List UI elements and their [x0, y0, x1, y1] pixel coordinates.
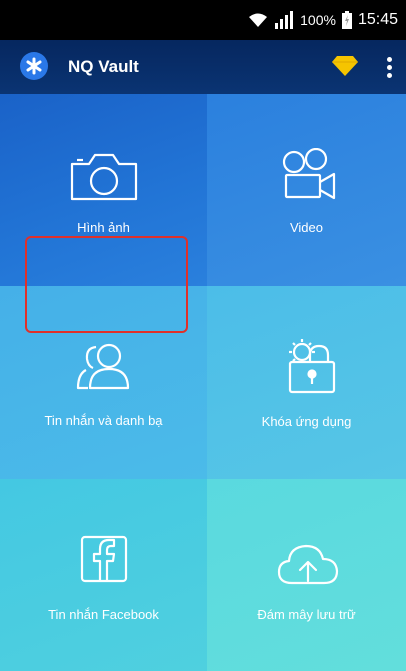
- battery-percent: 100%: [300, 12, 336, 28]
- contacts-icon: [76, 343, 130, 390]
- tile-video[interactable]: Video: [207, 94, 406, 286]
- premium-diamond-icon[interactable]: [331, 55, 359, 77]
- tile-facebook-messages[interactable]: Tin nhắn Facebook: [0, 479, 207, 671]
- battery-icon: [341, 11, 352, 29]
- video-camera-icon: [282, 148, 336, 200]
- tile-label: Tin nhắn và danh bạ: [44, 413, 163, 428]
- overflow-menu-icon[interactable]: [384, 54, 394, 80]
- tile-label: Đám mây lưu trữ: [257, 607, 356, 622]
- status-icons: 100% 15:45: [248, 0, 398, 40]
- app-bar: NQ Vault: [0, 40, 406, 94]
- signal-icon: [275, 11, 294, 29]
- tile-label: Hình ảnh: [77, 220, 130, 235]
- app-title: NQ Vault: [68, 57, 139, 76]
- tile-label: Khóa ứng dụng: [261, 414, 352, 429]
- tile-app-lock[interactable]: Khóa ứng dụng: [207, 286, 406, 479]
- camera-icon: [70, 153, 138, 201]
- facebook-icon: [80, 535, 128, 583]
- tile-cloud-storage[interactable]: Đám mây lưu trữ: [207, 479, 406, 671]
- cloud-upload-icon: [277, 544, 339, 585]
- clock: 15:45: [357, 11, 398, 28]
- wifi-icon: [249, 13, 268, 27]
- tile-label: Video: [289, 220, 323, 235]
- status-bar: 100% 15:45: [0, 0, 406, 40]
- app-lock-icon: [288, 339, 336, 394]
- selection-highlight: [25, 236, 188, 333]
- app-logo-icon: [20, 52, 48, 80]
- vault-grid: Hình ảnh Video Tin nhắn và danh bạ Khóa …: [0, 94, 406, 671]
- tile-label: Tin nhắn Facebook: [48, 607, 159, 622]
